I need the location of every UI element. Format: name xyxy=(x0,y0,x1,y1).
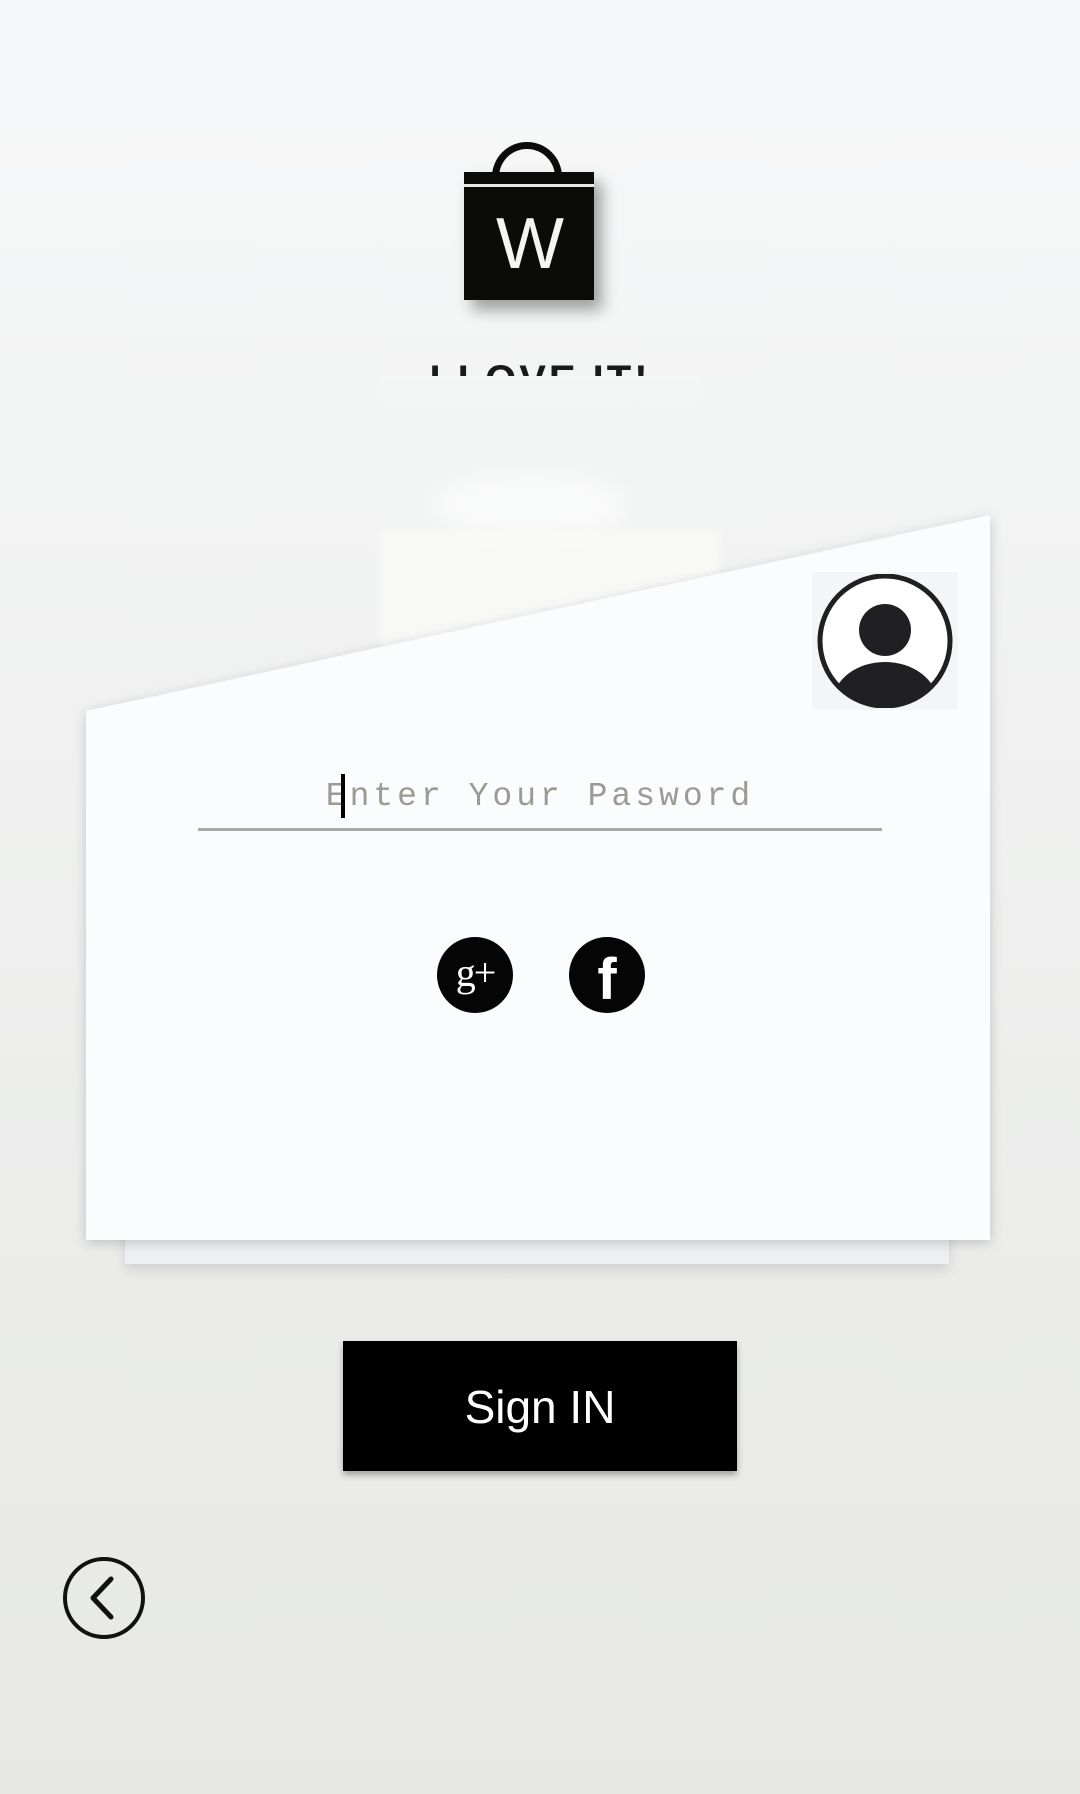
status-bar-area xyxy=(0,0,1080,105)
password-field[interactable] xyxy=(198,770,882,831)
password-input[interactable] xyxy=(198,770,882,822)
avatar xyxy=(812,572,958,710)
tagline-fade xyxy=(380,376,700,416)
logo-letter: W xyxy=(496,204,564,284)
back-button[interactable] xyxy=(63,1557,145,1639)
facebook-icon: f xyxy=(597,947,617,1012)
facebook-button[interactable]: f xyxy=(569,937,645,1013)
sign-in-button[interactable]: Sign IN xyxy=(343,1341,737,1471)
bag-stripe xyxy=(464,184,594,187)
text-caret xyxy=(341,774,345,818)
shopping-bag-icon: W xyxy=(464,172,594,300)
user-circle-icon xyxy=(817,574,953,708)
google-plus-button[interactable]: g+ xyxy=(437,937,513,1013)
chevron-left-icon xyxy=(90,1576,114,1620)
brand-logo: W xyxy=(464,140,594,305)
brand-tagline: I LOVE IT! xyxy=(420,360,660,376)
brand-tagline-container: I LOVE IT! xyxy=(420,352,660,376)
google-plus-icon: g+ xyxy=(455,950,497,995)
